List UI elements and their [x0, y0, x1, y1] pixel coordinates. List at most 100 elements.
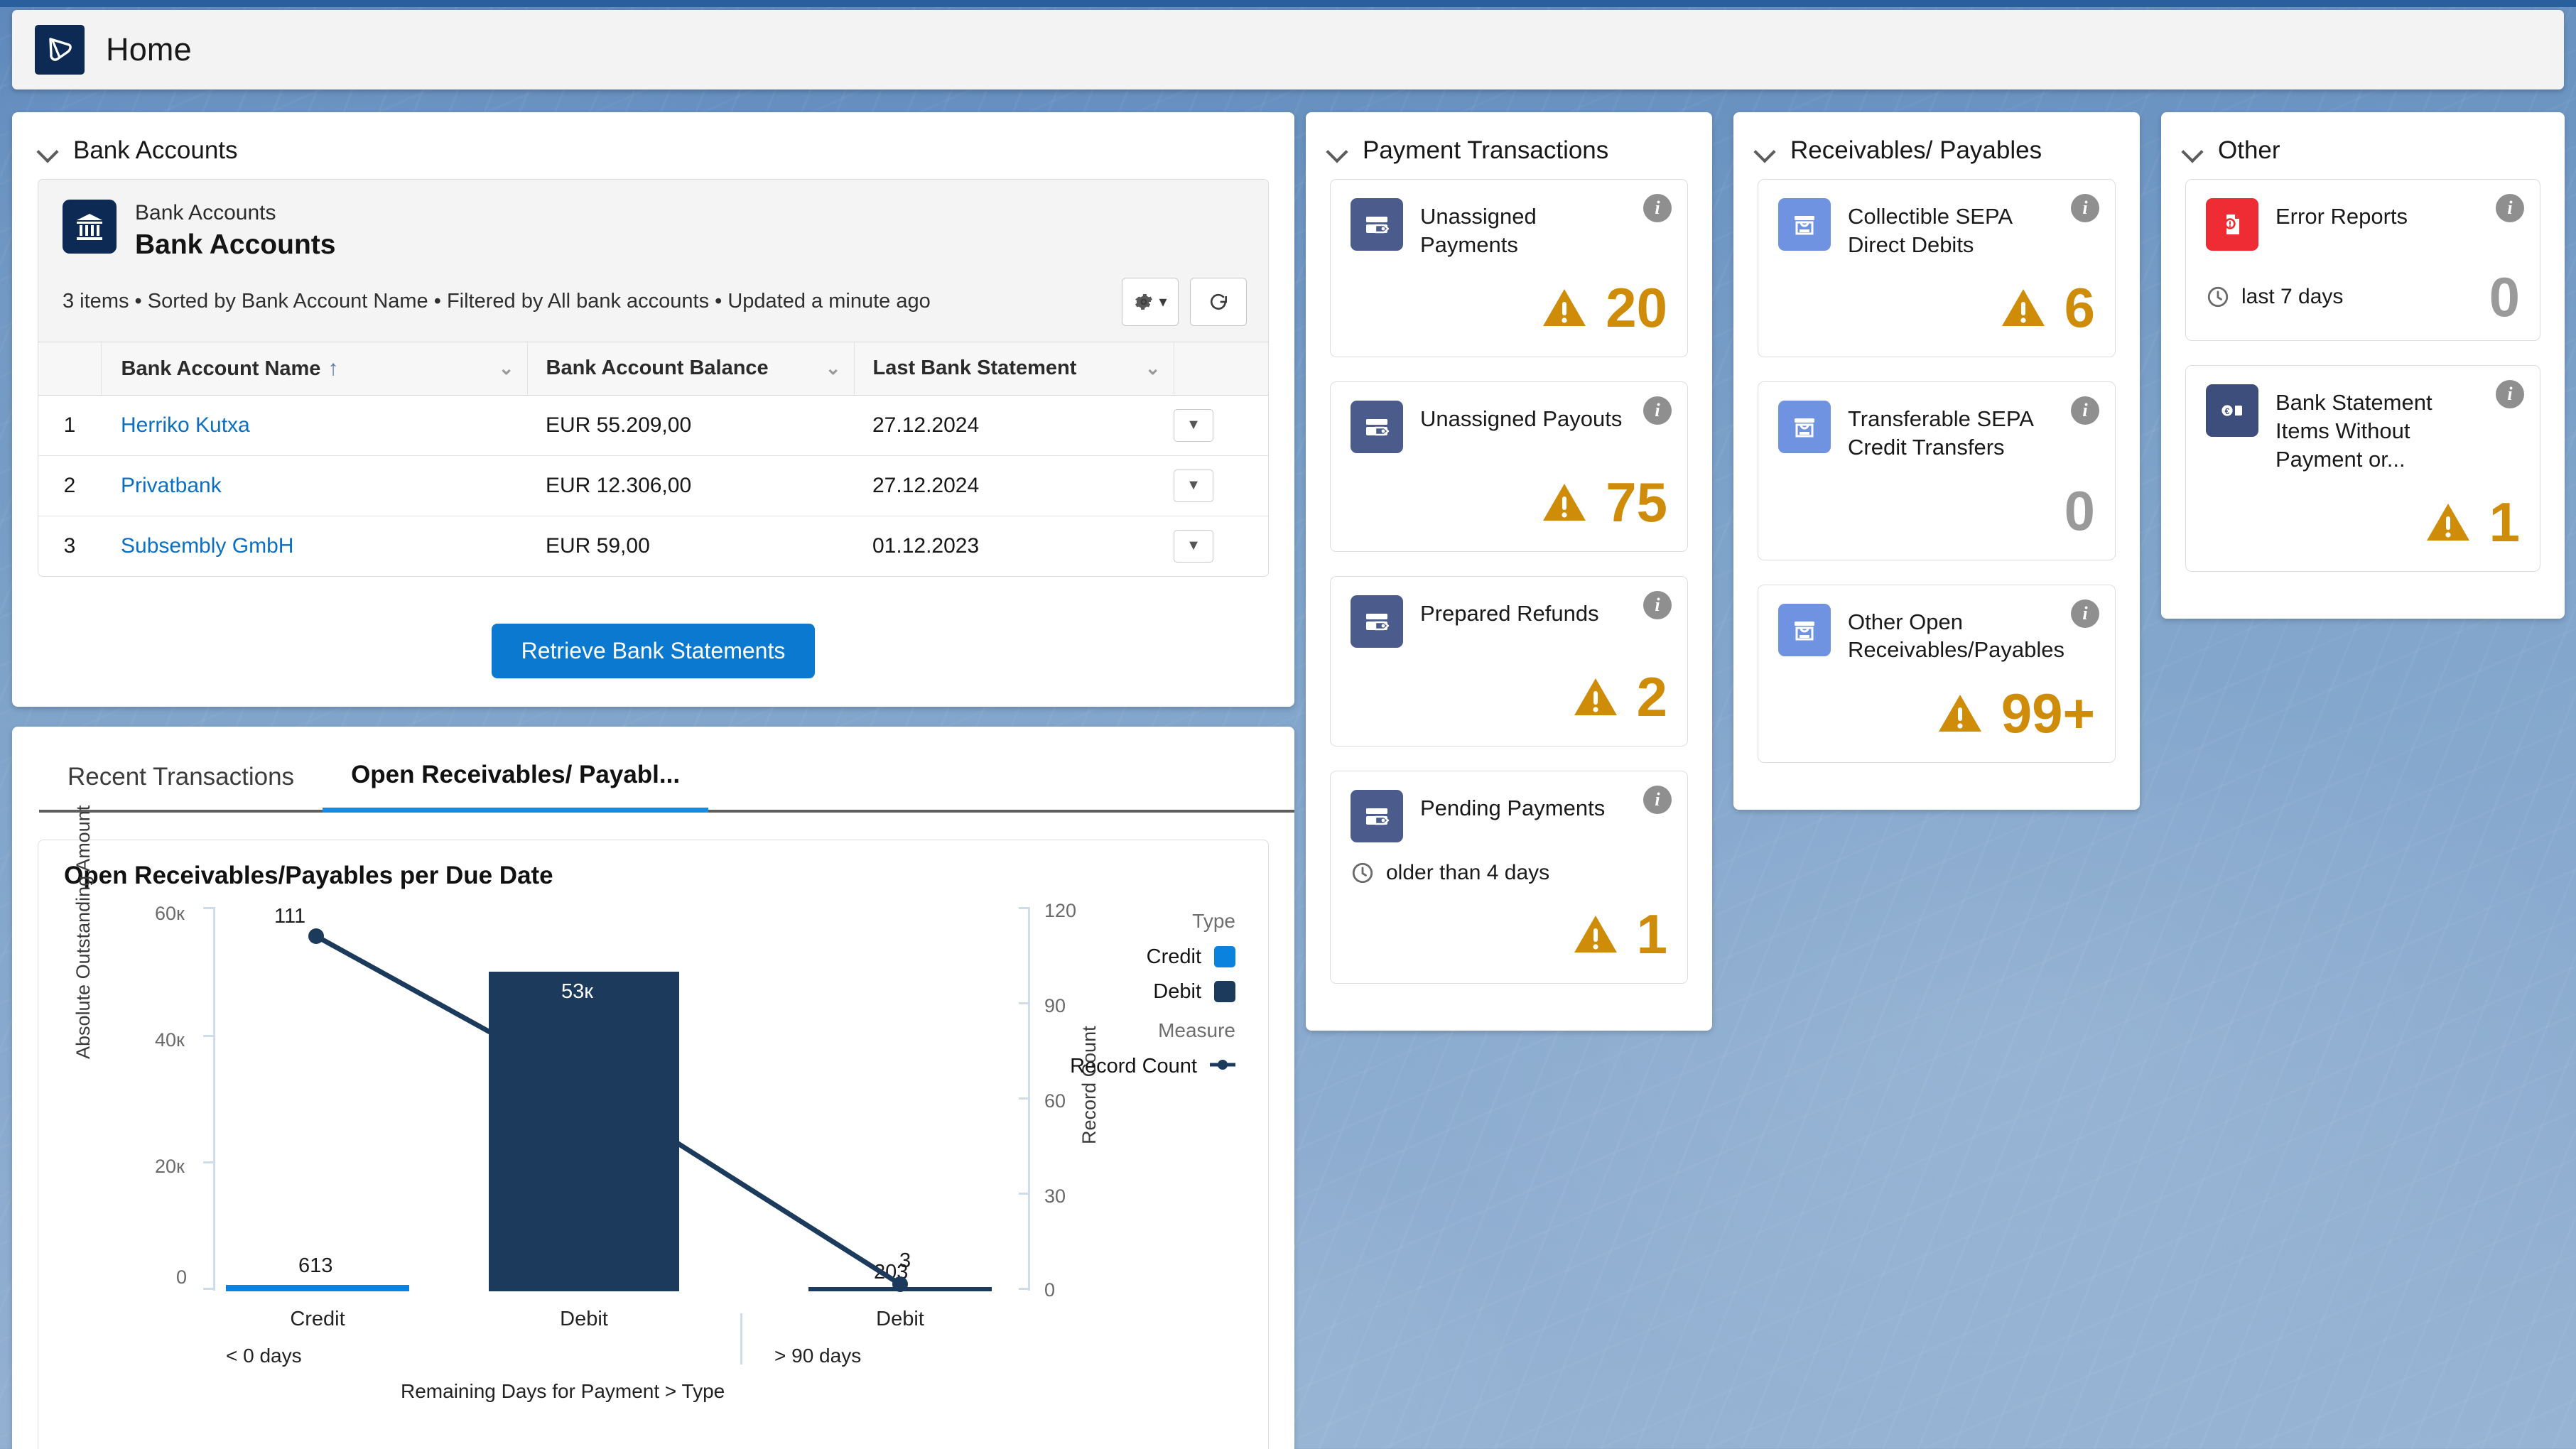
kpi-card-pending-payments[interactable]: i Pending Payments older than 4 days 1 [1330, 771, 1688, 984]
app-header: Home [12, 10, 2564, 89]
row-name: Privatbank [101, 455, 527, 516]
warning-icon [1937, 693, 1983, 734]
kpi-label: Unassigned Payouts [1420, 401, 1622, 433]
info-icon[interactable]: i [1643, 396, 1672, 425]
list-refresh-button[interactable] [1190, 278, 1247, 326]
bank-building-icon [63, 200, 117, 254]
kpi-card-other-open-receivables-payables[interactable]: i Other Open Receivables/Payables 99+ [1758, 585, 2116, 763]
info-icon[interactable]: i [2071, 194, 2099, 222]
col-actions [1174, 342, 1268, 396]
other-column: Other i Error Reports last 7 days 0 i [2161, 112, 2565, 619]
legend-label: Debit [1153, 980, 1201, 1004]
col-label: Bank Account Name [121, 357, 321, 380]
top-accent-strip [0, 0, 2576, 7]
kpi-card-unassigned-payments[interactable]: i Unassigned Payments 20 [1330, 179, 1688, 357]
bank-account-link[interactable]: Herriko Kutxa [121, 413, 250, 437]
chart-plot-area: Absolute Outstanding Amount 60к 40к 20к … [64, 910, 1243, 1364]
retrieve-bank-statements-button[interactable]: Retrieve Bank Statements [492, 624, 816, 678]
row-actions: ▼ [1174, 516, 1268, 576]
y2-tick-mark [1019, 907, 1030, 909]
legend-swatch-debit [1214, 981, 1235, 1002]
kpi-card-error-reports[interactable]: i Error Reports last 7 days 0 [2185, 179, 2540, 341]
bank-accounts-list-card: Bank Accounts Bank Accounts 3 items • So… [38, 179, 1269, 577]
kpi-label: Other Open Receivables/Payables [1848, 604, 2064, 664]
payment-transactions-section-header[interactable]: Payment Transactions [1306, 112, 1712, 179]
list-card-header: Bank Accounts Bank Accounts [38, 180, 1268, 273]
gear-icon [1133, 291, 1154, 313]
kpi-card-bank-statement-items-without-payment[interactable]: i € Bank Statement Items Without Payment… [2185, 365, 2540, 572]
bank-account-link[interactable]: Subsembly GmbH [121, 534, 293, 558]
kpi-value: 99+ [2001, 688, 2095, 738]
col-bank-account-name[interactable]: Bank Account Name↑ ⌄ [101, 342, 527, 396]
tab-list: Recent Transactions Open Receivables/ Pa… [12, 727, 1294, 813]
kpi-card-transferable-sepa-credit-transfers[interactable]: i Transferable SEPA Credit Transfers 0 [1758, 381, 2116, 560]
list-settings-button[interactable]: ▾ [1122, 278, 1179, 326]
receivables-payables-panel: Receivables/ Payables i Collectible SEPA… [1733, 112, 2140, 810]
chevron-down-icon[interactable] [1755, 140, 1776, 161]
y2-tick-30: 30 [1044, 1185, 1066, 1208]
wallet-tag-icon [1351, 595, 1403, 648]
row-menu-button[interactable]: ▼ [1174, 470, 1213, 502]
subsembly-logo-icon[interactable] [35, 25, 85, 75]
chevron-down-icon[interactable]: ⌄ [499, 357, 514, 379]
receivables-payables-column: Receivables/ Payables i Collectible SEPA… [1733, 112, 2140, 810]
kpi-card-prepared-refunds[interactable]: i Prepared Refunds 2 [1330, 576, 1688, 747]
bank-accounts-section-header[interactable]: Bank Accounts [12, 112, 1294, 179]
kpi-card-unassigned-payouts[interactable]: i Unassigned Payouts 75 [1330, 381, 1688, 552]
table-row[interactable]: 3 Subsembly GmbH EUR 59,00 01.12.2023 ▼ [38, 516, 1268, 576]
info-icon[interactable]: i [2496, 194, 2524, 222]
other-panel: Other i Error Reports last 7 days 0 i [2161, 112, 2565, 619]
info-icon[interactable]: i [1643, 786, 1672, 814]
chevron-down-icon[interactable]: ⌄ [826, 357, 841, 379]
tab-recent-transactions[interactable]: Recent Transactions [39, 747, 323, 813]
legend-item-credit[interactable]: Credit [1001, 945, 1235, 969]
y-tick-mark [203, 907, 215, 909]
row-actions: ▼ [1174, 395, 1268, 455]
col-bank-account-balance[interactable]: Bank Account Balance ⌄ [527, 342, 854, 396]
row-menu-button[interactable]: ▼ [1174, 409, 1213, 442]
info-icon[interactable]: i [1643, 591, 1672, 619]
payment-transactions-panel: Payment Transactions i Unassigned Paymen… [1306, 112, 1712, 1031]
bank-account-link[interactable]: Privatbank [121, 474, 222, 497]
chevron-down-icon[interactable] [38, 140, 59, 161]
kpi-subtitle-row: last 7 days [2206, 285, 2343, 309]
line-point [892, 1276, 908, 1292]
legend-swatch-credit [1214, 946, 1235, 967]
tab-filler [708, 810, 1294, 813]
chevron-down-icon[interactable] [1327, 140, 1348, 161]
row-name: Herriko Kutxa [101, 395, 527, 455]
row-balance: EUR 59,00 [527, 516, 854, 576]
info-icon[interactable]: i [2496, 380, 2524, 408]
payment-transactions-column: Payment Transactions i Unassigned Paymen… [1306, 112, 1712, 1031]
bank-accounts-table: Bank Account Name↑ ⌄ Bank Account Balanc… [38, 342, 1268, 576]
col-label: Last Bank Statement [873, 357, 1077, 380]
chevron-down-icon[interactable]: ⌄ [1145, 357, 1161, 379]
x-category-credit: Credit [226, 1308, 409, 1331]
legend-item-record-count[interactable]: Record Count [1001, 1055, 1235, 1078]
wallet-tag-icon [1351, 198, 1403, 251]
chart-title: Open Receivables/Payables per Due Date [64, 862, 1243, 890]
table-row[interactable]: 2 Privatbank EUR 12.306,00 27.12.2024 ▼ [38, 455, 1268, 516]
other-section-header[interactable]: Other [2161, 112, 2565, 179]
tab-open-receivables-payables[interactable]: Open Receivables/ Payabl... [323, 745, 708, 813]
legend-item-debit[interactable]: Debit [1001, 980, 1235, 1004]
info-icon[interactable]: i [2071, 396, 2099, 425]
chevron-down-icon[interactable] [2182, 140, 2204, 161]
y2-tick-0: 0 [1044, 1279, 1055, 1301]
col-index [38, 342, 101, 396]
kpi-label: Prepared Refunds [1420, 595, 1599, 628]
kpi-card-collectible-sepa-direct-debits[interactable]: i Collectible SEPA Direct Debits 6 [1758, 179, 2116, 357]
row-balance: EUR 55.209,00 [527, 395, 854, 455]
col-last-bank-statement[interactable]: Last Bank Statement ⌄ [854, 342, 1174, 396]
chart-x-axis-title: Remaining Days for Payment > Type [401, 1380, 725, 1403]
receivables-payables-section-header[interactable]: Receivables/ Payables [1733, 112, 2140, 179]
page-title: Home [106, 31, 192, 68]
x-category-debit-2: Debit [808, 1308, 992, 1331]
col-label: Bank Account Balance [546, 357, 769, 380]
row-menu-button[interactable]: ▼ [1174, 530, 1213, 563]
info-icon[interactable]: i [2071, 599, 2099, 628]
info-icon[interactable]: i [1643, 194, 1672, 222]
table-row[interactable]: 1 Herriko Kutxa EUR 55.209,00 27.12.2024… [38, 395, 1268, 455]
euro-card-icon: € [2206, 384, 2258, 437]
svg-text:€: € [2225, 406, 2230, 416]
